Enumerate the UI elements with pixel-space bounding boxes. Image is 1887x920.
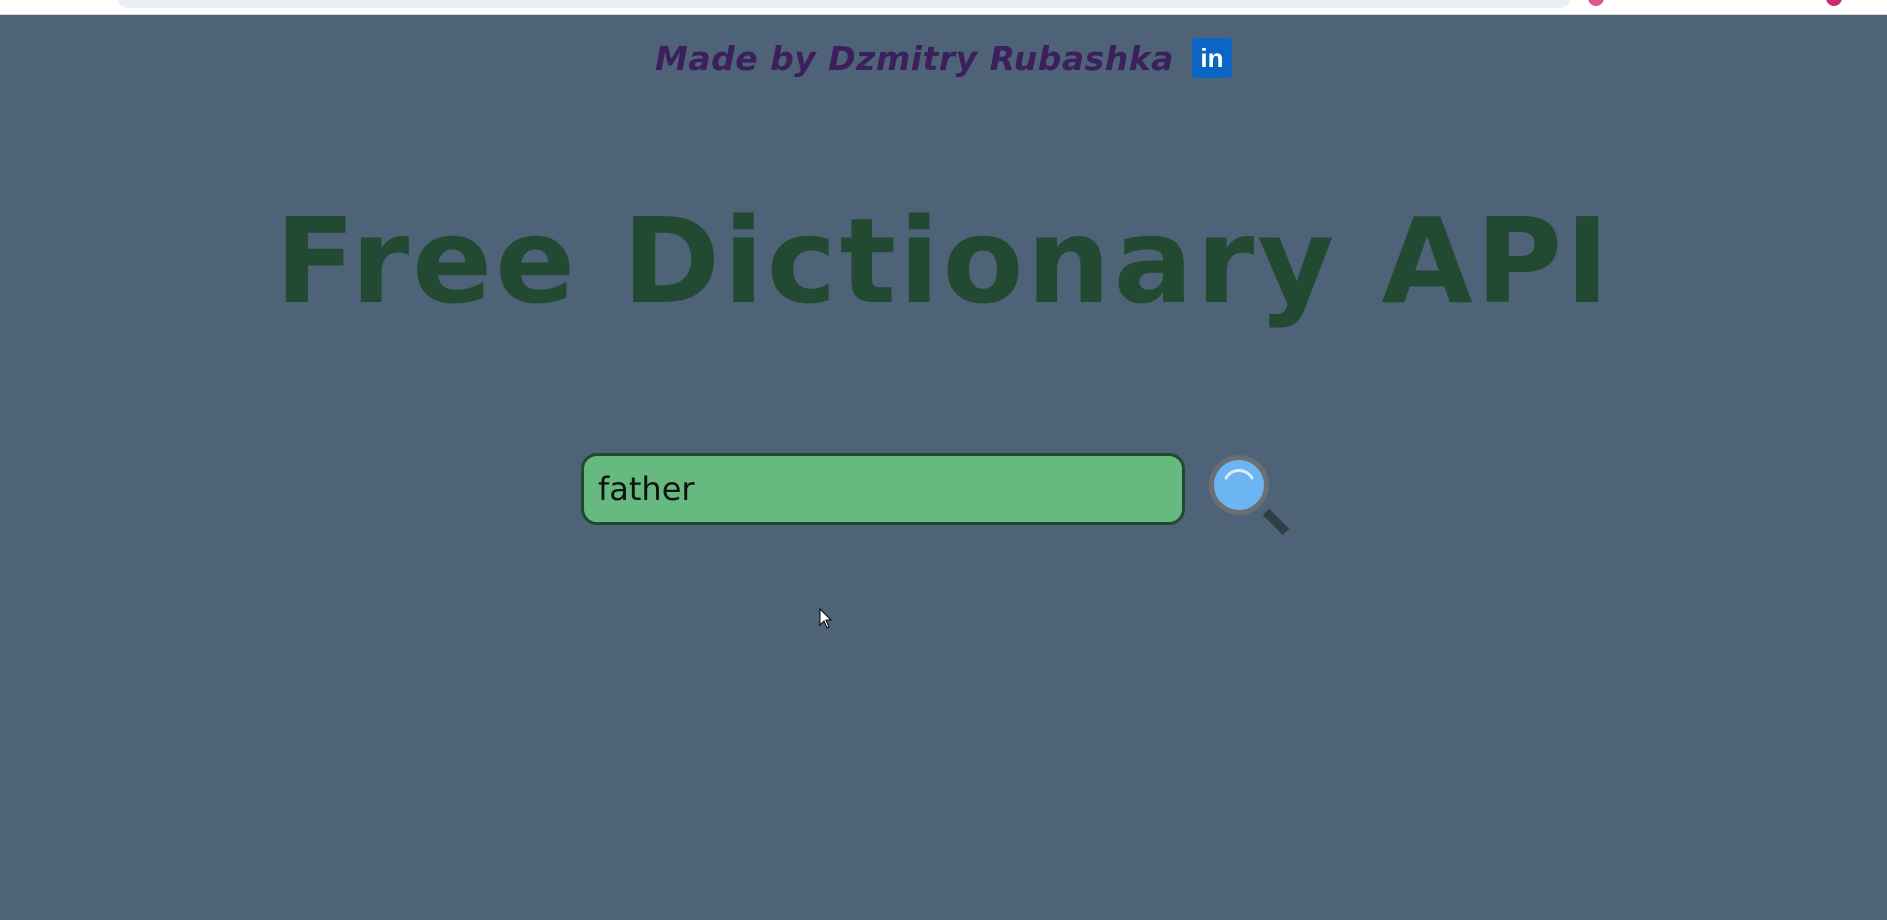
profile-icon[interactable] xyxy=(1826,0,1842,6)
magnifier-icon xyxy=(1209,455,1290,536)
page-title: Free Dictionary API xyxy=(274,192,1613,330)
extension-icon[interactable] xyxy=(1588,0,1604,6)
linkedin-label: in xyxy=(1200,42,1224,73)
mouse-pointer-icon xyxy=(819,608,833,629)
address-bar[interactable] xyxy=(118,0,1570,8)
author-name: Made by Dzmitry Rubashka xyxy=(655,38,1174,78)
search-button[interactable] xyxy=(1206,452,1292,538)
search-input[interactable] xyxy=(581,453,1185,525)
linkedin-icon[interactable]: in xyxy=(1191,38,1232,78)
browser-toolbar xyxy=(0,0,1887,15)
author-credit: Made by Dzmitry Rubashka in xyxy=(0,38,1887,78)
